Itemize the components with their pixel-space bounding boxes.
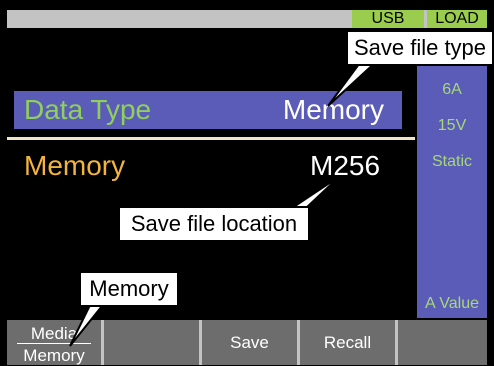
save-softkey[interactable]: Save: [202, 320, 297, 365]
media-softkey-value: Memory: [23, 346, 85, 365]
value-mode-label: A Value: [425, 295, 479, 312]
media-softkey-label: Media: [30, 324, 78, 343]
data-type-row[interactable]: Data Type Memory: [14, 91, 402, 129]
blank-softkey-2[interactable]: [104, 320, 199, 365]
mode-setting: Static: [431, 153, 472, 170]
instrument-screen: USB LOAD Data Type Memory Memory M256 6A…: [0, 0, 494, 365]
recall-softkey[interactable]: Recall: [300, 320, 395, 365]
data-type-label: Data Type: [24, 94, 152, 125]
softkey-bar: Media Memory Save Recall: [7, 320, 487, 365]
memory-callout: Memory: [79, 271, 179, 307]
save-file-type-callout: Save file type: [346, 30, 494, 66]
load-indicator: LOAD: [427, 10, 487, 28]
save-file-location-callout: Save file location: [118, 206, 310, 242]
memory-label: Memory: [24, 150, 126, 181]
status-bar: USB LOAD: [7, 10, 487, 28]
settings-panel: 6A 15V Static A Value: [417, 65, 487, 318]
divider: [7, 137, 415, 140]
softkey-divider: [17, 343, 91, 344]
current-setting: 6A: [442, 81, 462, 98]
memory-value: M256: [310, 150, 381, 181]
data-type-value: Memory: [282, 94, 384, 125]
usb-indicator: USB: [352, 10, 424, 28]
blank-softkey-5[interactable]: [398, 320, 487, 365]
media-softkey[interactable]: Media Memory: [7, 320, 101, 365]
voltage-setting: 15V: [437, 117, 467, 134]
